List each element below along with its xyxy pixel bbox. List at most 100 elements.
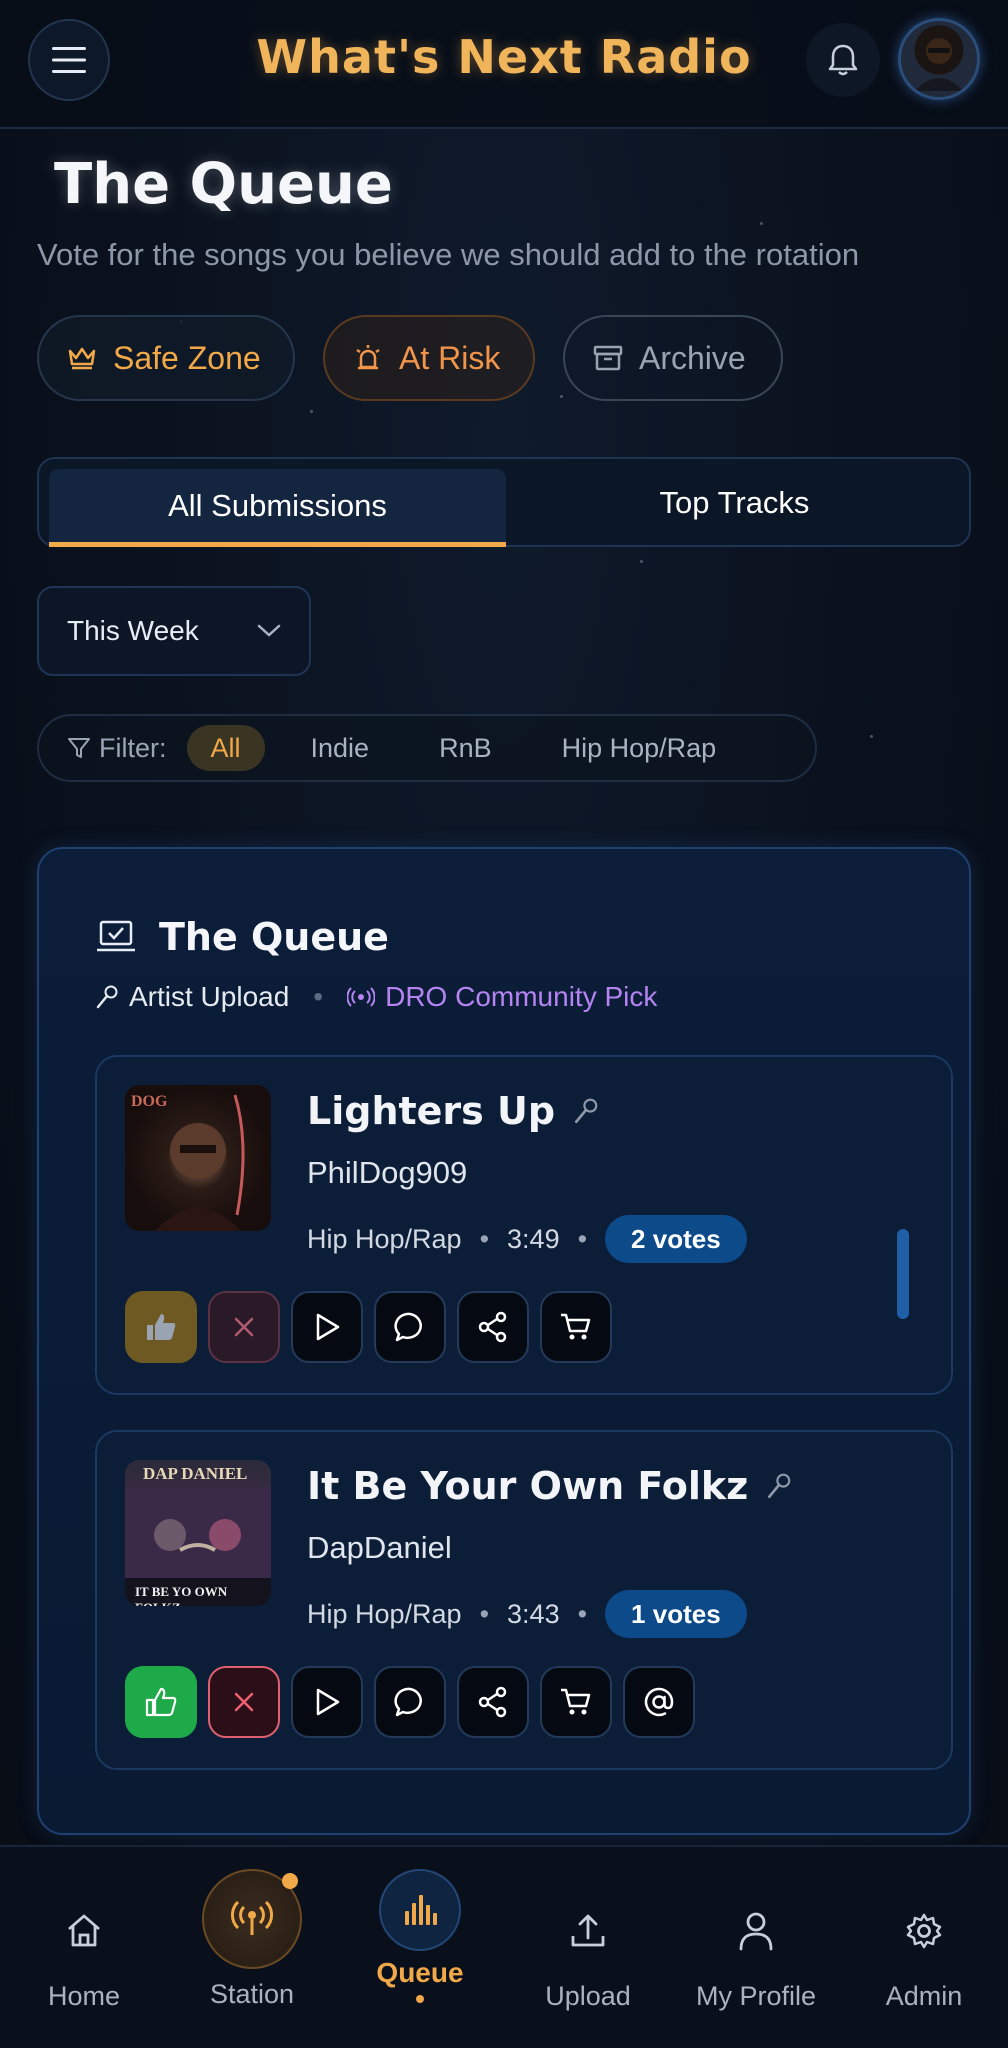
track-genre: Hip Hop/Rap <box>307 1223 462 1254</box>
track-title-row: It Be Your Own Folkz <box>307 1464 792 1508</box>
user-icon <box>739 1912 773 1951</box>
nav-my-profile[interactable]: My Profile <box>672 1847 840 2012</box>
track-duration: 3:49 <box>507 1223 560 1254</box>
queue-card-title: The Queue <box>159 915 389 959</box>
cart-icon <box>561 1688 591 1715</box>
star-decoration <box>640 560 643 563</box>
active-indicator-dot <box>416 1995 424 2003</box>
track-genre: Hip Hop/Rap <box>307 1598 462 1629</box>
track-actions <box>125 1666 695 1738</box>
alarm-icon <box>356 345 380 370</box>
track-meta: Hip Hop/Rap • 3:49 • 2 votes <box>307 1215 747 1263</box>
mention-button[interactable] <box>623 1666 695 1738</box>
nav-icon-wrap <box>738 1891 774 1971</box>
funnel-icon <box>68 738 90 758</box>
nav-icon-wrap <box>569 1891 607 1971</box>
queue-card: The Queue Artist Upload • DRO Community … <box>37 847 971 1835</box>
bottom-navigation: Home Station Queue Upload My Profile Adm… <box>0 1845 1008 2048</box>
track-title-row: Lighters Up <box>307 1089 599 1133</box>
share-button[interactable] <box>457 1666 529 1738</box>
star-decoration <box>310 410 313 413</box>
tab-all-submissions[interactable]: All Submissions <box>49 469 506 547</box>
comment-button[interactable] <box>374 1291 446 1363</box>
album-cover[interactable]: DAP DANIEL IT BE YO OWN FOLKZ <box>125 1460 271 1606</box>
separator-dot: • <box>577 1598 588 1629</box>
star-decoration <box>760 222 763 225</box>
separator-dot: • <box>577 1223 588 1254</box>
nav-upload[interactable]: Upload <box>504 1847 672 2012</box>
track-title: Lighters Up <box>307 1089 556 1133</box>
laptop-check-icon <box>97 920 135 952</box>
period-select[interactable]: This Week <box>37 586 311 676</box>
upvote-button[interactable] <box>125 1666 197 1738</box>
track-actions <box>125 1291 612 1363</box>
filter-hip-hop-rap[interactable]: Hip Hop/Rap <box>538 725 741 771</box>
play-button[interactable] <box>291 1291 363 1363</box>
nav-queue[interactable]: Queue <box>336 1847 504 2003</box>
bell-icon <box>828 44 858 76</box>
comment-button[interactable] <box>374 1666 446 1738</box>
track-duration: 3:43 <box>507 1598 560 1629</box>
play-button[interactable] <box>291 1666 363 1738</box>
share-icon <box>478 1311 507 1343</box>
nav-home-label: Home <box>47 1981 121 2011</box>
star-decoration <box>560 395 563 398</box>
filter-label: Filter: <box>99 732 167 763</box>
thumbs-up-icon <box>145 1687 177 1717</box>
nav-station[interactable]: Station <box>168 1847 336 2010</box>
separator-dot: • <box>479 1223 490 1254</box>
nav-icon-wrap <box>65 1891 103 1971</box>
community-pick-label: DRO Community Pick <box>385 981 658 1012</box>
safe-zone-button[interactable]: Safe Zone <box>37 315 295 401</box>
filter-rnb[interactable]: RnB <box>415 725 516 771</box>
album-cover[interactable]: DOG <box>125 1085 271 1231</box>
comment-icon <box>394 1687 422 1717</box>
filter-indie[interactable]: Indie <box>287 725 394 771</box>
track-artist[interactable]: PhilDog909 <box>307 1155 467 1191</box>
nav-admin[interactable]: Admin <box>840 1847 1008 2012</box>
avatar[interactable] <box>898 18 980 100</box>
nav-my-profile-label: My Profile <box>695 1981 817 2011</box>
cover-text: DOG <box>131 1093 168 1110</box>
cover-top-text: DAP DANIEL <box>143 1464 248 1483</box>
archive-icon <box>593 345 623 371</box>
gear-icon <box>906 1913 942 1949</box>
at-risk-button[interactable]: At Risk <box>323 315 535 401</box>
nav-upload-label: Upload <box>545 1981 631 2011</box>
play-icon <box>316 1688 340 1716</box>
at-sign-icon <box>644 1687 674 1717</box>
close-icon <box>234 1317 254 1337</box>
archive-label: Archive <box>639 339 746 376</box>
tab-top-tracks[interactable]: Top Tracks <box>506 469 963 537</box>
chevron-down-icon <box>257 624 281 637</box>
filter-all[interactable]: All <box>186 725 265 771</box>
buy-button[interactable] <box>540 1291 612 1363</box>
safe-zone-label: Safe Zone <box>113 339 261 376</box>
cart-icon <box>561 1313 591 1340</box>
live-indicator-dot <box>282 1873 298 1889</box>
scrollbar[interactable] <box>897 1229 909 1319</box>
app-header: What's Next Radio <box>0 0 1008 129</box>
upvote-button[interactable] <box>125 1291 197 1363</box>
archive-button[interactable]: Archive <box>563 315 783 401</box>
queue-button <box>379 1869 461 1951</box>
user-photo-icon <box>915 38 963 91</box>
microphone-icon <box>768 1473 791 1499</box>
microphone-icon <box>575 1098 598 1124</box>
page-title: The Queue <box>54 152 393 217</box>
track-artist[interactable]: DapDaniel <box>307 1530 452 1566</box>
separator-dot: • <box>479 1598 490 1629</box>
reject-button[interactable] <box>208 1291 280 1363</box>
close-icon <box>234 1692 254 1712</box>
nav-home[interactable]: Home <box>0 1847 168 2012</box>
notifications-button[interactable] <box>806 23 880 97</box>
vote-count-badge: 1 votes <box>605 1590 747 1638</box>
share-button[interactable] <box>457 1291 529 1363</box>
nav-station-label: Station <box>209 1979 295 2009</box>
thumbs-up-icon <box>147 1314 176 1340</box>
separator-dot: • <box>313 981 324 1012</box>
buy-button[interactable] <box>540 1666 612 1738</box>
play-icon <box>316 1313 340 1341</box>
genre-filter-bar: Filter: All Indie RnB Hip Hop/Rap <box>37 714 817 782</box>
reject-button[interactable] <box>208 1666 280 1738</box>
